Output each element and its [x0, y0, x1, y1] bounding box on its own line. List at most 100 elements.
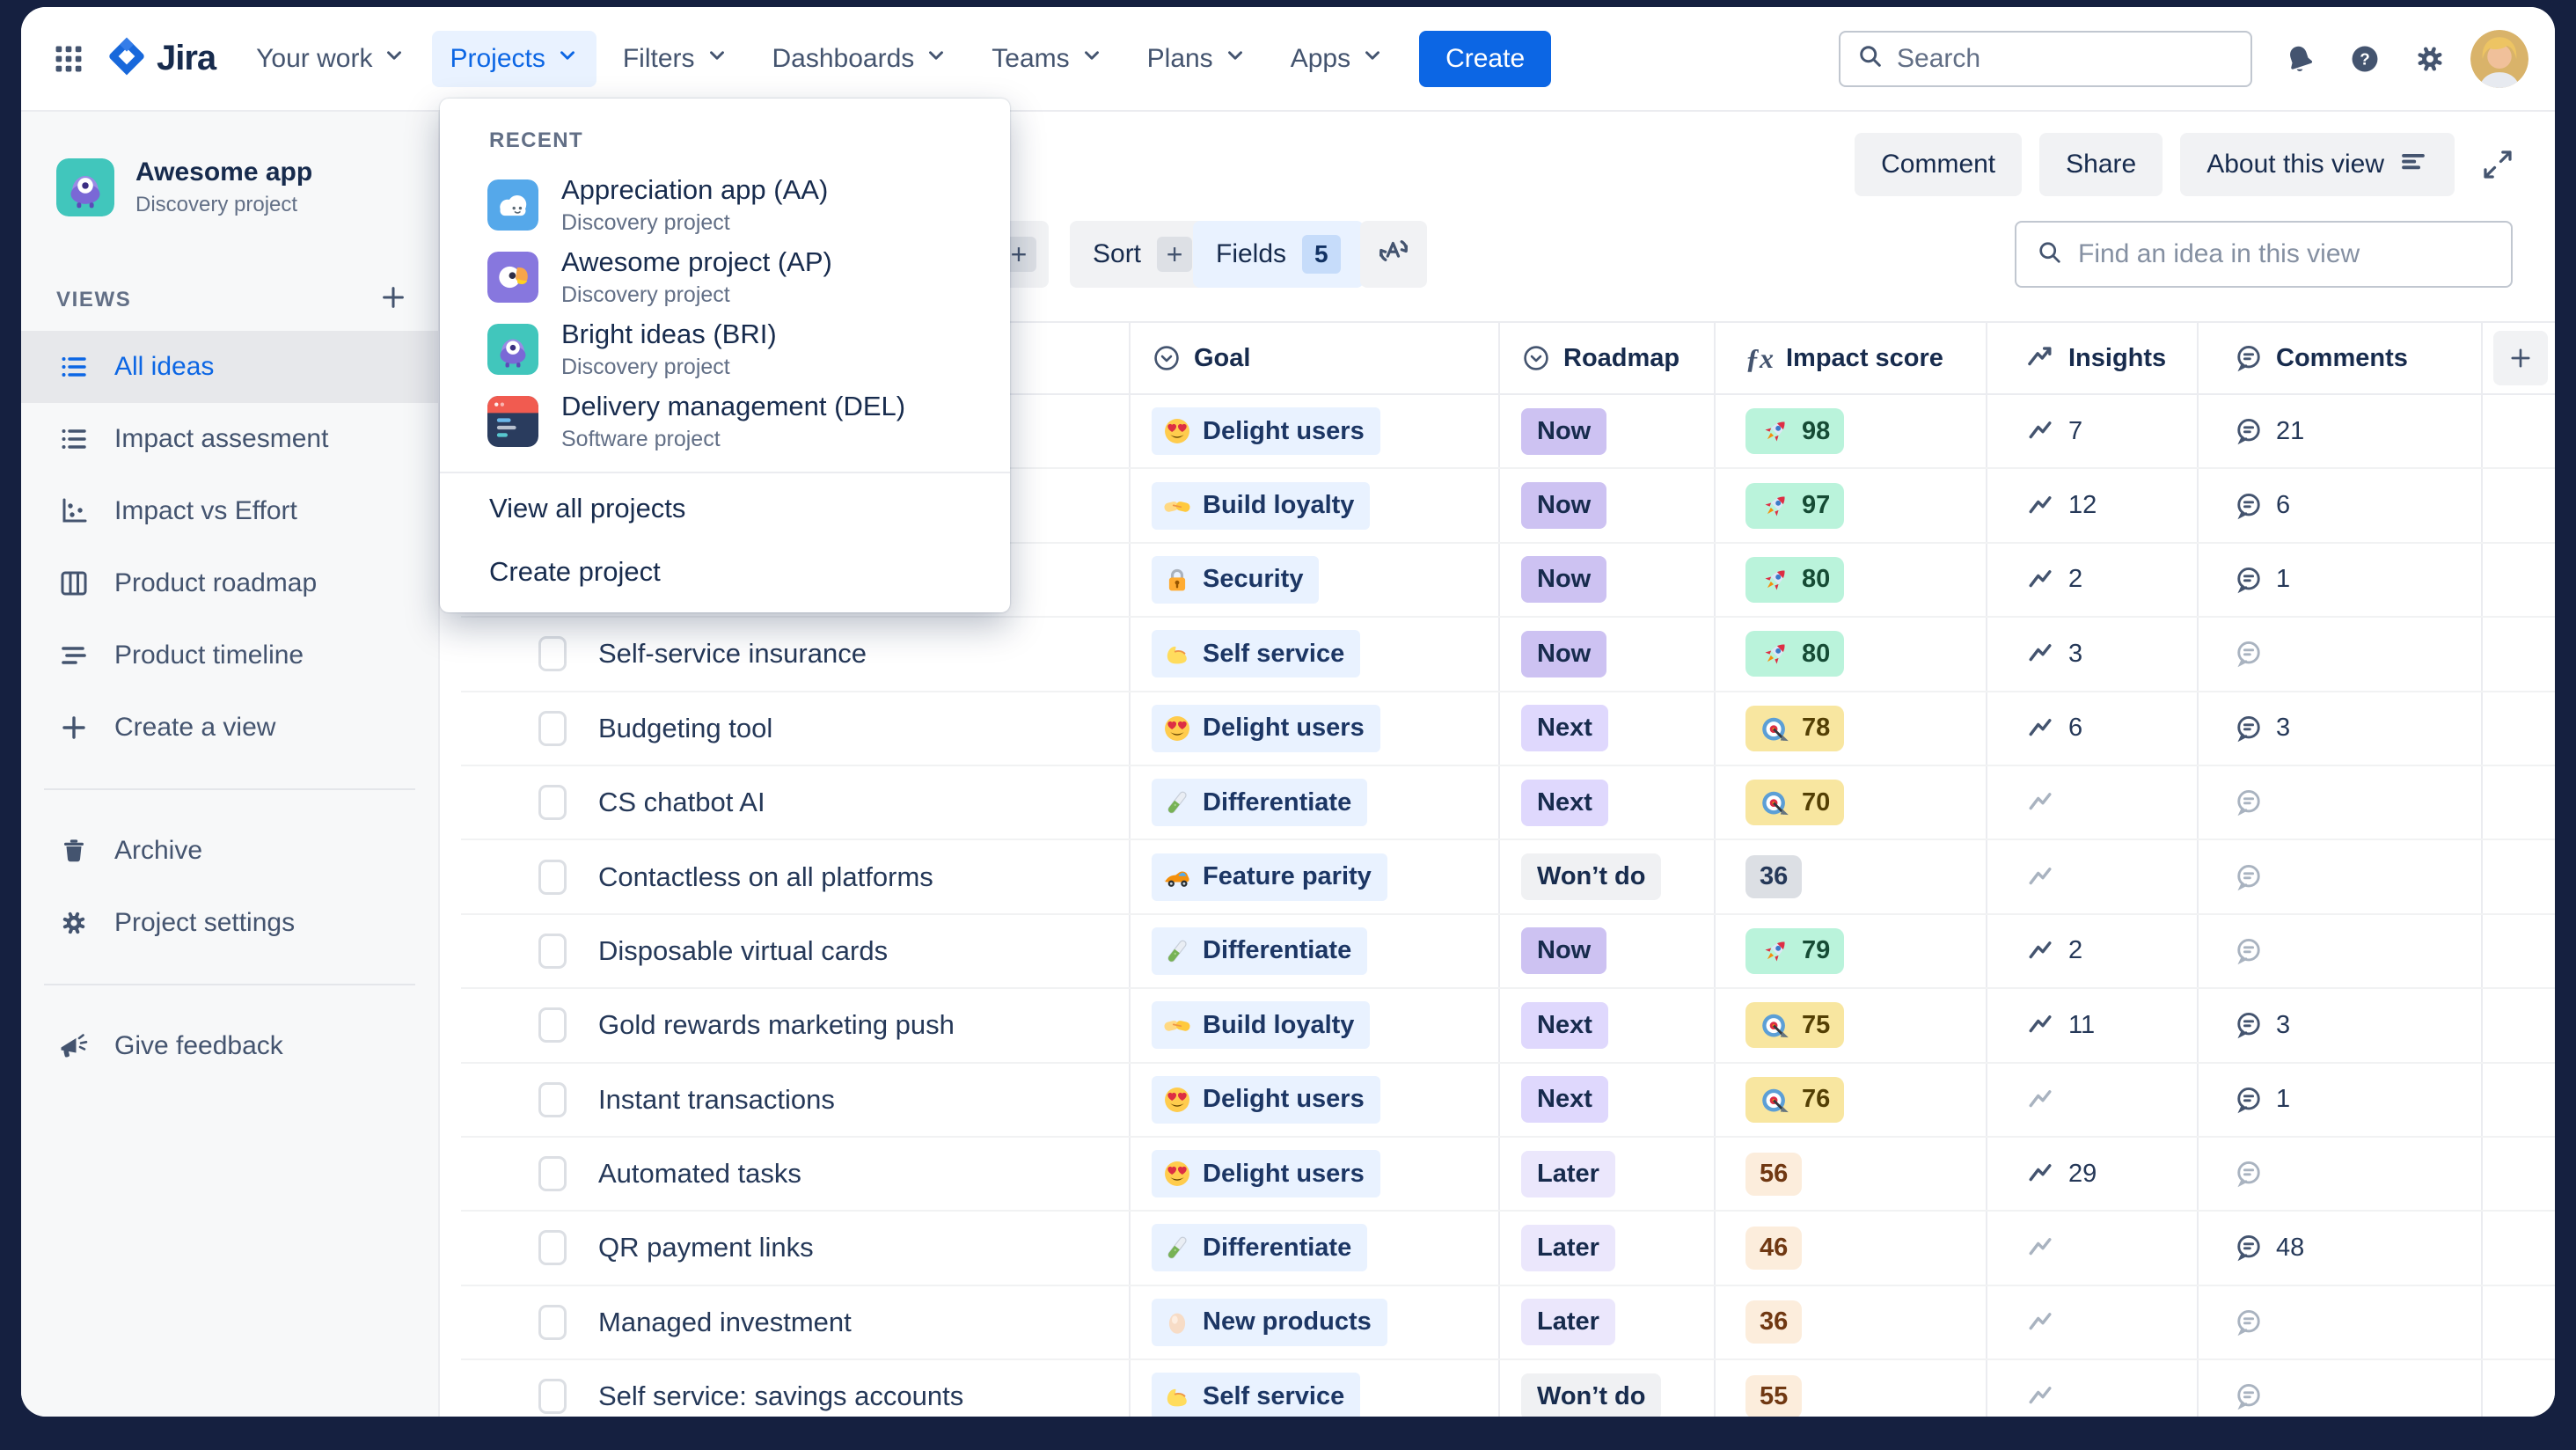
- table-row[interactable]: QR payment links Differentiate Later 46 …: [461, 1212, 2555, 1285]
- column-header-goal[interactable]: Goal: [1129, 323, 1498, 393]
- roadmap-badge[interactable]: Now: [1521, 408, 1606, 455]
- roadmap-badge[interactable]: Won’t do: [1521, 1373, 1661, 1417]
- goal-badge[interactable]: New products: [1152, 1299, 1387, 1346]
- insights-cell[interactable]: 12: [1986, 469, 2197, 541]
- row-checkbox[interactable]: [538, 1007, 567, 1043]
- insights-cell[interactable]: [1986, 1360, 2197, 1417]
- roadmap-badge[interactable]: Now: [1521, 631, 1606, 677]
- nav-item-plans[interactable]: Plans: [1130, 31, 1264, 87]
- roadmap-badge[interactable]: Next: [1521, 1076, 1608, 1123]
- table-row[interactable]: Self service: savings accounts Self serv…: [461, 1360, 2555, 1417]
- roadmap-badge[interactable]: Next: [1521, 780, 1608, 826]
- fullscreen-expand-icon[interactable]: [2472, 146, 2523, 183]
- table-row[interactable]: Contactless on all platforms Feature par…: [461, 840, 2555, 914]
- global-search[interactable]: [1839, 31, 2252, 87]
- insights-cell[interactable]: 6: [1986, 692, 2197, 765]
- column-header-impact-score[interactable]: ƒx Impact score: [1714, 323, 1986, 393]
- comment-button[interactable]: Comment: [1855, 133, 2022, 196]
- row-checkbox[interactable]: [538, 711, 567, 746]
- roadmap-badge[interactable]: Later: [1521, 1299, 1615, 1345]
- roadmap-badge[interactable]: Now: [1521, 927, 1606, 974]
- row-checkbox[interactable]: [538, 1082, 567, 1117]
- nav-item-teams[interactable]: Teams: [974, 31, 1120, 87]
- fields-button[interactable]: Fields 5: [1193, 221, 1364, 288]
- row-checkbox[interactable]: [538, 1379, 567, 1414]
- impact-score-badge[interactable]: 46: [1745, 1227, 1802, 1270]
- impact-score-badge[interactable]: 36: [1745, 855, 1802, 898]
- insights-cell[interactable]: 7: [1986, 395, 2197, 467]
- insights-cell[interactable]: 11: [1986, 989, 2197, 1061]
- impact-score-badge[interactable]: 98: [1745, 408, 1844, 454]
- roadmap-badge[interactable]: Now: [1521, 482, 1606, 529]
- add-column-button[interactable]: [2493, 331, 2548, 385]
- insights-cell[interactable]: 3: [1986, 618, 2197, 690]
- comments-cell[interactable]: [2197, 618, 2481, 690]
- comments-cell[interactable]: 48: [2197, 1212, 2481, 1284]
- comments-cell[interactable]: [2197, 1286, 2481, 1358]
- sidebar-item-product-timeline[interactable]: Product timeline: [21, 619, 438, 692]
- sidebar-item-create-a-view[interactable]: Create a view: [21, 692, 438, 764]
- share-button[interactable]: Share: [2039, 133, 2163, 196]
- impact-score-badge[interactable]: 70: [1745, 780, 1844, 825]
- global-search-input[interactable]: [1897, 44, 2235, 74]
- goal-badge[interactable]: Delight users: [1152, 1076, 1380, 1124]
- find-idea-search[interactable]: [2015, 221, 2513, 288]
- table-row[interactable]: Managed investment New products Later 36: [461, 1286, 2555, 1360]
- nav-item-projects[interactable]: Projects: [432, 31, 596, 87]
- insights-cell[interactable]: [1986, 766, 2197, 839]
- row-checkbox[interactable]: [538, 934, 567, 969]
- table-row[interactable]: Disposable virtual cards Differentiate N…: [461, 915, 2555, 989]
- project-menu-item-bright-ideas-bri[interactable]: Bright ideas (BRI) Discovery project: [440, 313, 1010, 385]
- roadmap-badge[interactable]: Later: [1521, 1225, 1615, 1271]
- row-checkbox[interactable]: [538, 1230, 567, 1265]
- comments-cell[interactable]: 1: [2197, 544, 2481, 616]
- goal-badge[interactable]: Self service: [1152, 1373, 1360, 1417]
- row-checkbox[interactable]: [538, 785, 567, 820]
- row-checkbox[interactable]: [538, 1305, 567, 1340]
- insights-cell[interactable]: 29: [1986, 1138, 2197, 1210]
- roadmap-badge[interactable]: Now: [1521, 556, 1606, 603]
- project-menu-item-awesome-project-ap[interactable]: Awesome project (AP) Discovery project: [440, 241, 1010, 313]
- goal-badge[interactable]: Differentiate: [1152, 1224, 1367, 1271]
- project-menu-item-appreciation-app-aa[interactable]: Appreciation app (AA) Discovery project: [440, 169, 1010, 241]
- roadmap-badge[interactable]: Next: [1521, 705, 1608, 751]
- comments-cell[interactable]: 3: [2197, 692, 2481, 765]
- roadmap-badge[interactable]: Won’t do: [1521, 853, 1661, 900]
- notifications-bell-icon[interactable]: [2275, 34, 2324, 84]
- goal-badge[interactable]: Delight users: [1152, 705, 1380, 752]
- impact-score-badge[interactable]: 80: [1745, 631, 1844, 677]
- goal-badge[interactable]: Security: [1152, 556, 1319, 604]
- roadmap-badge[interactable]: Next: [1521, 1002, 1608, 1049]
- comments-cell[interactable]: [2197, 1360, 2481, 1417]
- view-all-projects-link[interactable]: View all projects: [440, 480, 1010, 537]
- sidebar-item-impact-vs-effort[interactable]: Impact vs Effort: [21, 475, 438, 547]
- table-row[interactable]: Budgeting tool Delight users Next 78 6 3: [461, 692, 2555, 766]
- impact-score-badge[interactable]: 97: [1745, 483, 1844, 529]
- user-avatar[interactable]: [2470, 30, 2528, 88]
- impact-score-badge[interactable]: 36: [1745, 1300, 1802, 1344]
- insights-cell[interactable]: [1986, 1064, 2197, 1136]
- comments-cell[interactable]: [2197, 840, 2481, 912]
- app-switcher-icon[interactable]: [44, 34, 93, 84]
- add-view-icon[interactable]: [378, 282, 408, 317]
- comments-cell[interactable]: [2197, 915, 2481, 987]
- column-header-roadmap[interactable]: Roadmap: [1498, 323, 1714, 393]
- create-project-link[interactable]: Create project: [440, 544, 1010, 600]
- sidebar-item-project-settings[interactable]: Project settings: [21, 887, 438, 959]
- goal-badge[interactable]: Differentiate: [1152, 927, 1367, 975]
- sidebar-item-impact-assesment[interactable]: Impact assesment: [21, 403, 438, 475]
- insights-cell[interactable]: 2: [1986, 544, 2197, 616]
- table-row[interactable]: Gold rewards marketing push Build loyalt…: [461, 989, 2555, 1063]
- nav-item-filters[interactable]: Filters: [605, 31, 746, 87]
- nav-item-apps[interactable]: Apps: [1273, 31, 1401, 87]
- table-row[interactable]: CS chatbot AI Differentiate Next 70: [461, 766, 2555, 840]
- insights-cell[interactable]: 2: [1986, 915, 2197, 987]
- sidebar-item-archive[interactable]: Archive: [21, 815, 438, 887]
- column-header-comments[interactable]: Comments: [2197, 323, 2481, 393]
- impact-score-badge[interactable]: 75: [1745, 1002, 1844, 1048]
- insights-cell[interactable]: [1986, 1212, 2197, 1284]
- give-feedback-button[interactable]: Give feedback: [21, 1010, 438, 1082]
- insights-cell[interactable]: [1986, 840, 2197, 912]
- nav-item-your-work[interactable]: Your work: [238, 31, 423, 87]
- impact-score-badge[interactable]: 56: [1745, 1153, 1802, 1196]
